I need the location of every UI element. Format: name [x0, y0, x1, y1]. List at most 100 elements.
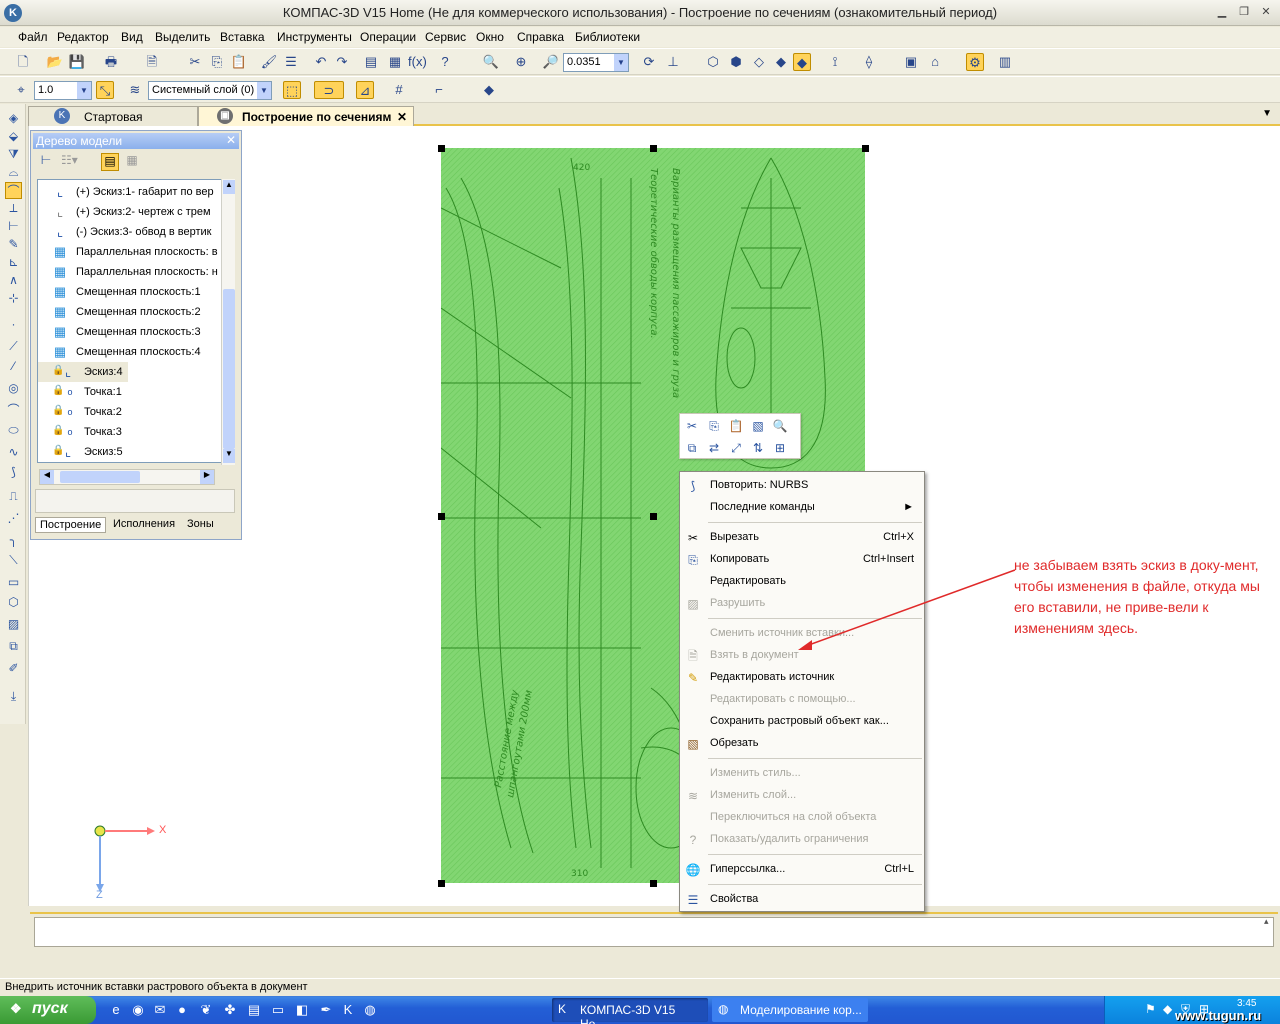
firefox-icon[interactable]: ● — [174, 1002, 190, 1018]
properties-icon[interactable]: ☰ — [282, 53, 300, 71]
tree-mode-icon[interactable]: ▤ — [101, 153, 119, 171]
ie-icon[interactable]: e — [108, 1002, 124, 1018]
menu-item-save-raster[interactable]: Сохранить растровый объект как... — [680, 711, 924, 733]
help-pointer-icon[interactable]: ? — [436, 53, 454, 71]
menu-select[interactable]: Выделить — [155, 30, 210, 44]
resize-handle[interactable] — [438, 145, 445, 152]
resize-handle[interactable] — [862, 145, 869, 152]
rectangle-tool-icon[interactable]: ▭ — [5, 574, 22, 591]
menu-item-recent[interactable]: Последние команды ► — [680, 497, 924, 519]
segment-tool-icon[interactable]: ⁄ — [5, 358, 22, 375]
notepad-icon[interactable]: ▤ — [246, 1002, 262, 1018]
section-icon[interactable]: ⟠ — [860, 53, 878, 71]
point-tool-icon[interactable]: · — [5, 316, 22, 333]
menu-item-properties[interactable]: ☰ Свойства — [680, 889, 924, 911]
zoom-window-icon[interactable]: 🔍 — [482, 53, 500, 71]
menu-item-constraints[interactable]: ? Показать/удалить ограничения — [680, 829, 924, 851]
edit-part-icon[interactable]: ◈ — [5, 110, 22, 127]
resize-handle[interactable] — [438, 880, 445, 887]
resize-handle[interactable] — [438, 513, 445, 520]
cut-icon[interactable]: ✂ — [683, 417, 701, 435]
menu-libraries[interactable]: Библиотеки — [575, 30, 640, 44]
blender-icon[interactable]: ◉ — [130, 1002, 146, 1018]
redo-icon[interactable]: ↷ — [333, 53, 351, 71]
restore-icon[interactable]: ❐ — [1236, 5, 1252, 20]
save-icon[interactable]: 💾 — [68, 53, 86, 71]
zoom-scale-icon[interactable]: 🔎 — [542, 53, 560, 71]
resize-handle[interactable] — [650, 145, 657, 152]
mail-icon[interactable]: ✉ — [152, 1002, 168, 1018]
menu-item-hyperlink[interactable]: 🌐 Гиперссылка... Ctrl+L — [680, 859, 924, 881]
dimensions-icon[interactable]: ⊢ — [5, 218, 22, 235]
layers-icon[interactable]: ≋ — [126, 81, 144, 99]
menu-item-switch-layer[interactable]: Переключиться на слой объекта — [680, 807, 924, 829]
menu-item-cut[interactable]: ✂ Вырезать Ctrl+X — [680, 527, 924, 549]
zoom-icon[interactable]: 🔍 — [771, 417, 789, 435]
scroll-right-icon[interactable]: ▶ — [200, 470, 214, 484]
view-orientation-icon[interactable]: ◆ — [476, 81, 502, 99]
open-file-icon[interactable]: 📂 — [46, 53, 64, 71]
tree-header[interactable]: Дерево модели ✕ — [33, 133, 239, 149]
part-icon[interactable]: ▣ — [902, 53, 920, 71]
chamfer-tool-icon[interactable]: ⟍ — [5, 552, 22, 569]
crop-icon[interactable]: ▧ — [749, 417, 767, 435]
zoom-combo[interactable]: 0.0351 ▼ — [563, 53, 629, 72]
tree-vertical-scrollbar[interactable]: ▲ ▼ — [221, 179, 235, 465]
tab-build[interactable]: Построение — [35, 517, 107, 533]
print-icon[interactable]: 🖶 — [102, 53, 120, 71]
tree-horizontal-scrollbar[interactable]: ◀ ▶ — [39, 469, 215, 485]
close-icon[interactable]: ✕ — [1258, 5, 1274, 20]
undo-icon[interactable]: ↶ — [312, 53, 330, 71]
desktop-icon[interactable]: ◧ — [294, 1002, 310, 1018]
close-tab-icon[interactable]: ✕ — [397, 110, 407, 124]
assembly-icon[interactable]: ⌂ — [926, 53, 944, 71]
network-icon[interactable]: ✤ — [222, 1002, 238, 1018]
tabs-menu-icon[interactable]: ▼ — [1262, 108, 1272, 119]
no-hidden-icon[interactable]: ◇ — [750, 53, 768, 71]
pen-icon[interactable]: ✒ — [318, 1002, 334, 1018]
new-file-icon[interactable]: 🗋 — [14, 53, 32, 71]
menu-item-change-style[interactable]: Изменить стиль... — [680, 763, 924, 785]
hidden-lines-icon[interactable]: ⬢ — [727, 53, 745, 71]
mirror-icon[interactable]: ⇅ — [749, 439, 767, 457]
nurbs-tool-icon[interactable]: ⟆ — [5, 464, 22, 481]
cut-icon[interactable]: ✂ — [186, 53, 204, 71]
resize-handle[interactable] — [650, 513, 657, 520]
menu-item-edit-source[interactable]: ✎ Редактировать источник — [680, 667, 924, 689]
selection-icon[interactable]: ⬚ — [283, 81, 301, 99]
angle-icon[interactable]: ∧ — [5, 272, 22, 289]
brush-icon[interactable]: 🖌 — [260, 53, 278, 71]
rotate-icon[interactable]: ⟳ — [640, 53, 658, 71]
scroll-thumb[interactable] — [223, 289, 235, 449]
scroll-up-icon[interactable]: ▲ — [223, 180, 235, 194]
tab-variants[interactable]: Исполнения — [109, 517, 179, 533]
ortho-icon[interactable]: ⊿ — [356, 81, 374, 99]
library-icon[interactable]: ▥ — [996, 53, 1014, 71]
flag-icon[interactable]: ⚑ — [1145, 1002, 1156, 1016]
preview-icon[interactable]: 🗎 — [143, 53, 161, 71]
copy-icon[interactable]: ⎘ — [705, 417, 723, 435]
spline-tool-icon[interactable]: ∿ — [5, 444, 22, 461]
task-chrome[interactable]: ◍ Моделирование кор... — [712, 998, 868, 1022]
task-kompas[interactable]: K КОМПАС-3D V15 Ho... — [552, 998, 708, 1024]
circle-tool-icon[interactable]: ◎ — [5, 380, 22, 397]
paste-icon[interactable]: 📋 — [230, 53, 248, 71]
tree-toggle-icon[interactable]: ⚙ — [966, 53, 984, 71]
sheet-metal-icon[interactable]: ⊾ — [5, 254, 22, 271]
manager-icon[interactable]: ▤ — [362, 53, 380, 71]
command-input[interactable] — [34, 917, 1274, 947]
menu-service[interactable]: Сервис — [425, 30, 466, 44]
menu-item-repeat[interactable]: ⟆ Повторить: NURBS — [680, 475, 924, 497]
menu-item-crop[interactable]: ▧ Обрезать — [680, 733, 924, 755]
menu-editor[interactable]: Редактор — [57, 30, 109, 44]
polyline-tool-icon[interactable]: ⎍ — [5, 488, 22, 505]
chevron-down-icon[interactable]: ▼ — [77, 82, 91, 99]
layer-combo[interactable]: Системный слой (0) ▼ — [148, 81, 272, 100]
leaf-icon[interactable]: ❦ — [198, 1002, 214, 1018]
menu-item-edit-with[interactable]: Редактировать с помощью... — [680, 689, 924, 711]
tree-filter-icon[interactable]: ▦ — [123, 153, 141, 171]
contour-tool-icon[interactable]: ⧉ — [5, 638, 22, 655]
orientation-icon[interactable]: ⊥ — [664, 53, 682, 71]
wireframe-icon[interactable]: ⬡ — [704, 53, 722, 71]
menu-help[interactable]: Справка — [517, 30, 564, 44]
